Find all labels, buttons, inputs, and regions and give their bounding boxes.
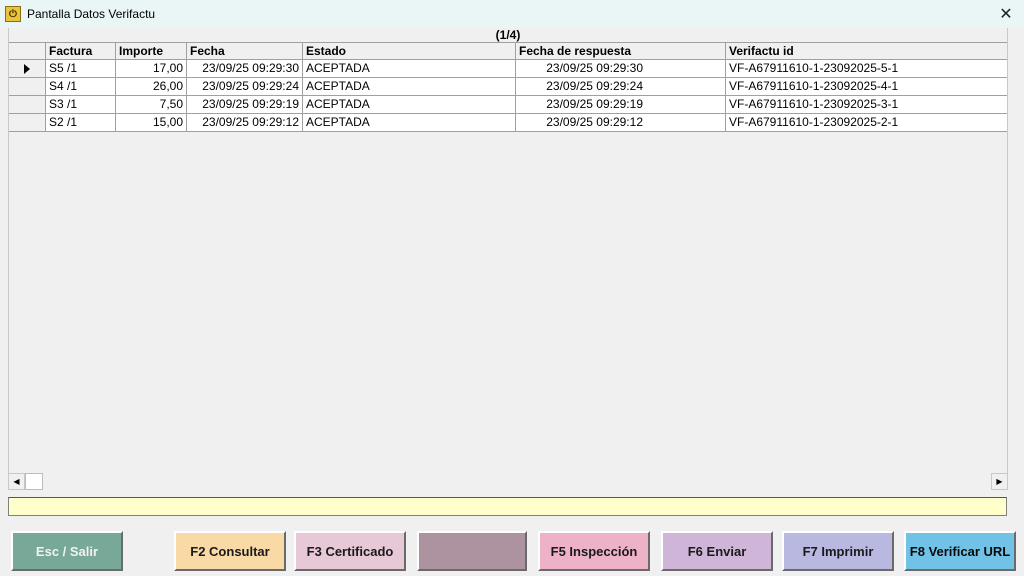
cell-importe[interactable]: 17,00 [116,60,187,78]
current-row-arrow-icon [24,63,30,74]
cell-verifactu-id[interactable]: VF-A67911610-1-23092025-5-1 [726,60,1007,78]
header-indicator-cell [9,42,46,60]
scroll-right-icon: ▶ [996,477,1003,486]
cell-fecha[interactable]: 23/09/25 09:29:30 [187,60,303,78]
inspection-button[interactable]: F5 Inspección [538,531,650,571]
cell-factura[interactable]: S2 /1 [46,114,116,132]
cell-fecha-respuesta[interactable]: 23/09/25 09:29:30 [516,60,726,78]
header-fecha-respuesta[interactable]: Fecha de respuesta [516,42,726,60]
window-title: Pantalla Datos Verifactu [27,7,156,21]
cell-estado[interactable]: ACEPTADA [303,96,516,114]
horizontal-scrollbar[interactable]: ◀ ▶ [8,473,1008,490]
consult-button[interactable]: F2 Consultar [174,531,286,571]
header-estado[interactable]: Estado [303,42,516,60]
cell-fecha-respuesta[interactable]: 23/09/25 09:29:19 [516,96,726,114]
cell-fecha[interactable]: 23/09/25 09:29:24 [187,78,303,96]
table-row[interactable]: S4 /1 26,00 23/09/25 09:29:24 ACEPTADA 2… [9,78,1007,96]
verify-url-button[interactable]: F8 Verificar URL [904,531,1016,571]
cell-importe[interactable]: 26,00 [116,78,187,96]
scroll-thumb[interactable] [25,473,43,490]
header-factura[interactable]: Factura [46,42,116,60]
cell-importe[interactable]: 7,50 [116,96,187,114]
table-row[interactable]: S2 /1 15,00 23/09/25 09:29:12 ACEPTADA 2… [9,114,1007,132]
print-button[interactable]: F7 Imprimir [782,531,894,571]
cell-estado[interactable]: ACEPTADA [303,78,516,96]
status-message-bar [8,497,1007,516]
certificate-button[interactable]: F3 Certificado [294,531,406,571]
app-power-icon: ⏻ [5,6,21,22]
cell-factura[interactable]: S3 /1 [46,96,116,114]
cell-fecha-respuesta[interactable]: 23/09/25 09:29:12 [516,114,726,132]
cell-factura[interactable]: S5 /1 [46,60,116,78]
row-indicator[interactable] [9,78,46,96]
title-bar: ⏻ Pantalla Datos Verifactu ✕ [0,0,1024,28]
scroll-left-button[interactable]: ◀ [8,473,25,490]
header-fecha[interactable]: Fecha [187,42,303,60]
header-importe[interactable]: Importe [116,42,187,60]
close-icon: ✕ [999,6,1013,23]
cell-fecha[interactable]: 23/09/25 09:29:19 [187,96,303,114]
cell-importe[interactable]: 15,00 [116,114,187,132]
header-verifactu-id[interactable]: Verifactu id [726,42,1007,60]
exit-button[interactable]: Esc / Salir [11,531,123,571]
row-indicator[interactable] [9,60,46,78]
cell-fecha-respuesta[interactable]: 23/09/25 09:29:24 [516,78,726,96]
scroll-right-button[interactable]: ▶ [991,473,1008,490]
scroll-left-icon: ◀ [13,477,20,486]
grid-header: Factura Importe Fecha Estado Fecha de re… [9,42,1007,60]
close-button[interactable]: ✕ [996,4,1016,24]
cell-verifactu-id[interactable]: VF-A67911610-1-23092025-3-1 [726,96,1007,114]
table-row[interactable]: S3 /1 7,50 23/09/25 09:29:19 ACEPTADA 23… [9,96,1007,114]
row-indicator[interactable] [9,114,46,132]
cell-verifactu-id[interactable]: VF-A67911610-1-23092025-2-1 [726,114,1007,132]
cell-fecha[interactable]: 23/09/25 09:29:12 [187,114,303,132]
f4-blank-button[interactable] [417,531,527,571]
invoice-grid[interactable]: (1/4) Factura Importe Fecha Estado Fecha… [8,28,1008,473]
send-button[interactable]: F6 Enviar [661,531,773,571]
cell-verifactu-id[interactable]: VF-A67911610-1-23092025-4-1 [726,78,1007,96]
cell-estado[interactable]: ACEPTADA [303,60,516,78]
record-counter: (1/4) [495,28,521,42]
cell-factura[interactable]: S4 /1 [46,78,116,96]
row-indicator[interactable] [9,96,46,114]
table-row[interactable]: S5 /1 17,00 23/09/25 09:29:30 ACEPTADA 2… [9,60,1007,78]
cell-estado[interactable]: ACEPTADA [303,114,516,132]
